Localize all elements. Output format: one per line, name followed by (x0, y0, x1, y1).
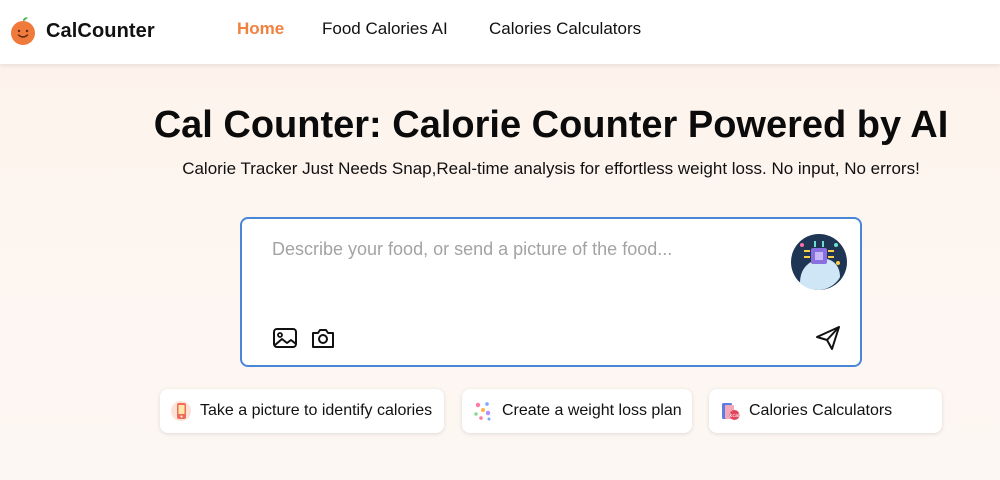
calculator-book-icon: kcal (722, 403, 740, 420)
suggestion-weight-loss-plan[interactable]: Create a weight loss plan (462, 389, 692, 433)
send-icon[interactable] (814, 324, 842, 352)
nav-home[interactable]: Home (237, 19, 284, 39)
brand-link[interactable]: CalCounter (8, 16, 155, 46)
svg-text:kcal: kcal (729, 413, 739, 419)
top-header: CalCounter Home Food Calories AI Calorie… (0, 0, 1000, 64)
suggestion-take-picture[interactable]: Take a picture to identify calories (160, 389, 444, 433)
brand-name: CalCounter (46, 19, 155, 42)
ai-brain-avatar-icon (791, 234, 847, 290)
camera-icon[interactable] (310, 325, 336, 351)
food-input-box (240, 217, 862, 367)
suggestion-label: Calories Calculators (749, 402, 893, 419)
phone-photo-icon (171, 401, 191, 421)
plan-dots-icon (474, 402, 491, 421)
nav-food-calories-ai[interactable]: Food Calories AI (322, 19, 448, 39)
page-subtitle: Calorie Tracker Just Needs Snap,Real-tim… (182, 159, 920, 178)
orange-smiley-icon (11, 17, 35, 45)
suggestion-label: Create a weight loss plan (502, 402, 682, 419)
suggestion-calories-calculators[interactable]: kcal Calories Calculators (709, 389, 942, 433)
food-description-input[interactable] (272, 239, 772, 299)
image-upload-icon[interactable] (272, 325, 298, 351)
suggestion-label: Take a picture to identify calories (200, 402, 433, 419)
nav-calories-calculators[interactable]: Calories Calculators (489, 19, 641, 39)
page-title: Cal Counter: Calorie Counter Powered by … (153, 104, 949, 146)
